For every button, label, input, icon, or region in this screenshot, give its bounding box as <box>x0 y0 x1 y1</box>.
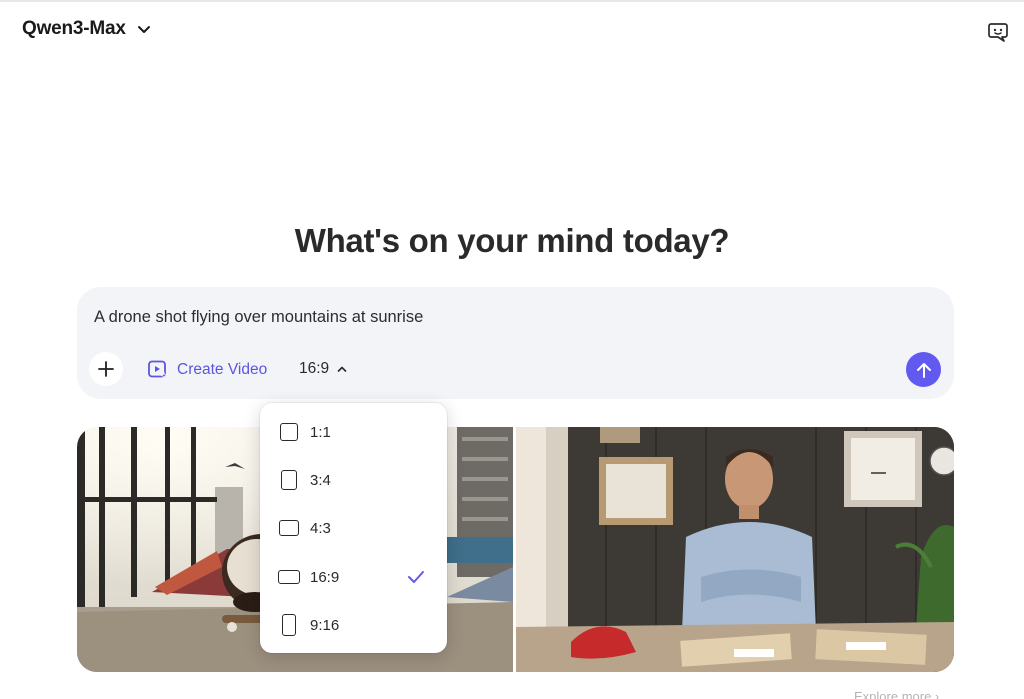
attach-button[interactable] <box>89 352 123 386</box>
square-ratio-icon <box>280 423 298 441</box>
ratio-option-label: 4:3 <box>310 519 331 537</box>
checkmark-icon <box>408 571 424 583</box>
top-bar: Qwen3-Max <box>0 0 1024 58</box>
aspect-ratio-toggle[interactable]: 16:9 <box>299 360 348 378</box>
chevron-down-icon <box>137 26 150 33</box>
arrow-up-icon <box>916 362 931 378</box>
ratio-option-label: 9:16 <box>310 616 340 634</box>
aspect-ratio-value: 16:9 <box>299 360 330 377</box>
chevron-right-icon: › <box>934 689 940 699</box>
office-illustration <box>516 427 954 672</box>
example-gallery <box>77 427 954 672</box>
model-selector[interactable]: Qwen3-Max <box>22 18 152 40</box>
chevron-up-icon <box>337 366 347 372</box>
plus-icon <box>98 361 114 377</box>
portrait-ratio-icon <box>281 470 297 490</box>
send-button[interactable] <box>906 352 941 387</box>
aspect-ratio-menu: 1:1 3:4 4:3 16:9 9:16 <box>260 403 447 653</box>
ratio-option-16-9[interactable]: 16:9 <box>260 557 447 597</box>
model-name: Qwen3-Max <box>22 18 126 39</box>
chat-bubble-icon[interactable] <box>986 20 1010 44</box>
ratio-option-label: 16:9 <box>310 568 340 586</box>
explore-more-label: Explore more <box>854 689 932 699</box>
ratio-option-4-3[interactable]: 4:3 <box>260 508 447 548</box>
ratio-option-label: 3:4 <box>310 471 331 489</box>
ratio-option-3-4[interactable]: 3:4 <box>260 460 447 500</box>
prompt-input[interactable] <box>94 308 874 327</box>
ratio-option-1-1[interactable]: 1:1 <box>260 412 447 452</box>
video-sparkle-icon <box>148 360 168 380</box>
create-video-label: Create Video <box>177 360 268 378</box>
tall-ratio-icon <box>282 614 296 636</box>
prompt-composer: Create Video 16:9 <box>77 287 954 399</box>
explore-more-link[interactable]: Explore more › <box>854 689 939 699</box>
ratio-option-label: 1:1 <box>310 423 331 441</box>
widescreen-ratio-icon <box>278 570 300 584</box>
landscape-ratio-icon <box>279 520 299 536</box>
ratio-option-9-16[interactable]: 9:16 <box>260 605 447 645</box>
page-title: What's on your mind today? <box>294 222 730 259</box>
office-man-relaxing-image[interactable] <box>516 427 954 672</box>
create-video-button[interactable]: Create Video <box>147 359 267 380</box>
